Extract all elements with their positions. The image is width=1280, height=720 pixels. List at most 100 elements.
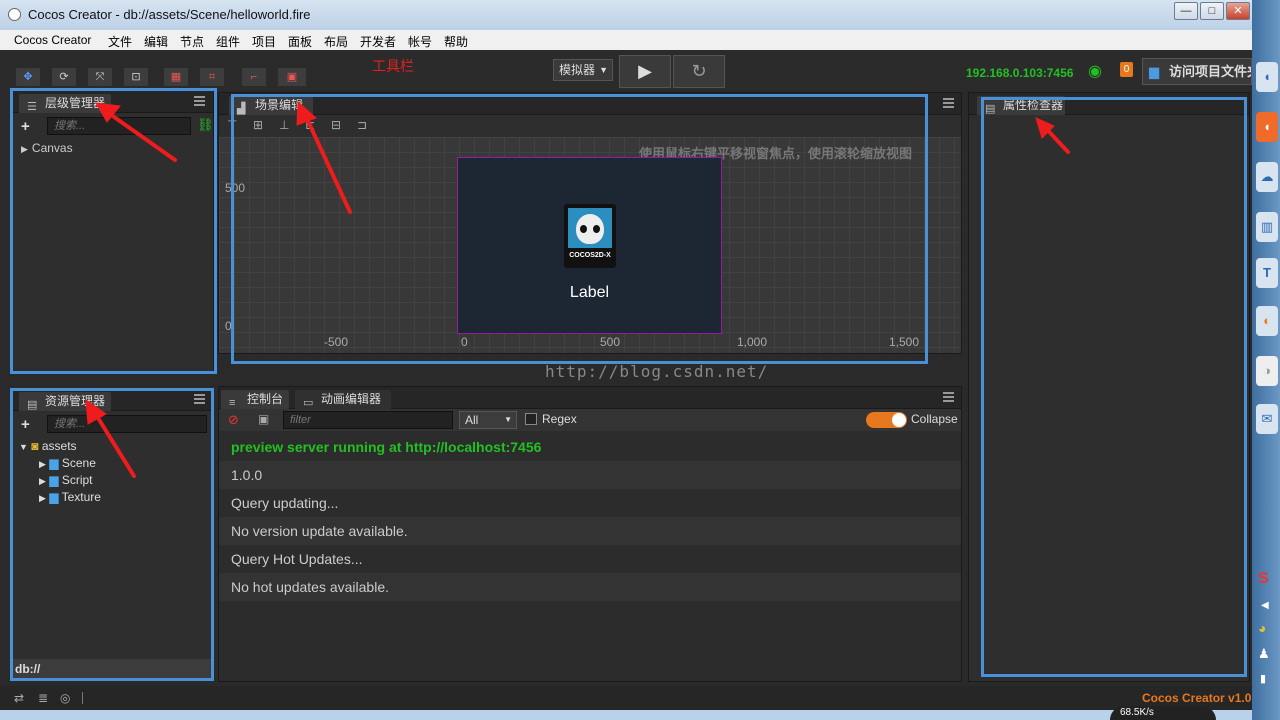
os-taskbar: ◖ ◖ ☁ ▥ T ◐ ◑ ✉ S ◀ ◕ ♟ ▮ [1252,0,1280,720]
tab-animation-editor[interactable]: ▭ 动画编辑器 [295,390,391,409]
tray-icon[interactable]: ◕ [1258,620,1266,636]
menu-help[interactable]: 帮助 [444,33,468,50]
align-left-icon[interactable]: ⊏ [305,118,315,132]
open-project-folder-button[interactable]: ▆ 访问项目文件夹 [1142,58,1252,85]
add-asset-button[interactable]: + [21,416,30,433]
tab-hierarchy[interactable]: ☰ 层级管理器 [19,94,111,113]
add-node-button[interactable]: + [21,118,30,135]
scale-tool-icon[interactable]: ⤧ [88,68,112,86]
scene-viewport[interactable]: 使用鼠标右键平移视窗焦点，使用滚轮缩放视图 500 0 -500 0 500 1… [219,137,961,353]
qq-icon[interactable]: ♟ [1258,646,1270,662]
eye-icon[interactable]: ◎ [60,691,70,705]
tree-item-scene[interactable]: ▶ ▆ Scene [39,456,96,470]
snap-icon[interactable]: ⌐ [242,68,266,86]
align-hcenter-icon[interactable]: ⊟ [331,118,341,132]
align-right-icon[interactable]: ⊐ [357,118,367,132]
database-icon[interactable]: ≣ [38,691,48,705]
menu-file[interactable]: 文件 [108,33,132,50]
pivot-mode-icon[interactable]: ▦ [164,68,188,86]
menu-layout[interactable]: 布局 [324,33,348,50]
menu-developer[interactable]: 开发者 [360,33,396,50]
menu-icon[interactable] [943,98,954,100]
taskbar-app-icon[interactable]: ◖ [1256,112,1278,142]
tray-expand-icon[interactable]: ◀ [1261,600,1269,611]
ime-icon[interactable]: S [1258,570,1269,588]
taskbar-app-icon[interactable]: T [1256,258,1278,288]
align-bottom-icon[interactable]: ⊥ [279,118,289,132]
console-title: 控制台 [247,392,284,406]
menu-bar: Cocos Creator 文件 编辑 节点 组件 项目 面板 布局 开发者 帐… [0,30,1252,50]
signal-icon[interactable]: ▮ [1260,672,1266,685]
menu-component[interactable]: 组件 [216,33,240,50]
cocos-face-icon [576,214,604,244]
open-project-label: 访问项目文件夹 [1169,64,1252,79]
taskbar-app-icon[interactable]: ▥ [1256,212,1278,242]
taskbar-app-icon[interactable]: ◑ [1256,356,1278,386]
link-icon[interactable]: ⛓ [197,117,214,133]
assets-header: ▤ 资源管理器 [11,389,213,411]
rotate-tool-icon[interactable]: ⟳ [52,68,76,86]
inspector-panel: ▤ 属性检查器 [968,92,1250,682]
collapse-toggle[interactable] [866,412,907,428]
open-log-icon[interactable]: ▣ [258,412,269,426]
menu-cocos[interactable]: Cocos Creator [14,33,91,47]
rect-tool-icon[interactable]: ⊡ [124,68,148,86]
assets-icon: ▤ [27,399,38,411]
log-line: 1.0.0 [219,461,961,489]
tab-assets[interactable]: ▤ 资源管理器 [19,392,111,411]
taskbar-app-icon[interactable]: ✉ [1256,404,1278,434]
console-filter-input[interactable]: filter [283,411,453,429]
play-button[interactable]: ▶ [619,55,671,88]
inspector-title: 属性检查器 [1003,98,1064,112]
menu-node[interactable]: 节点 [180,33,204,50]
hierarchy-search-input[interactable]: 搜索... [47,117,191,135]
tree-item-canvas[interactable]: ▶ Canvas [21,141,73,155]
menu-icon[interactable] [194,96,205,98]
scene-header: ▟ 场景编辑器 [219,93,961,131]
y-tick-label: 0 [225,319,232,333]
chevron-down-icon: ▼ [599,65,608,75]
menu-panel[interactable]: 面板 [288,33,312,50]
simulator-select[interactable]: 模拟器 ▼ [553,59,613,81]
tab-scene[interactable]: ▟ 场景编辑器 [229,96,313,131]
clear-icon[interactable]: ⊘ [228,412,239,428]
tree-item-assets[interactable]: ▼ ◙ assets [19,439,77,453]
caret-right-icon: ▶ [39,476,46,486]
menu-icon[interactable] [194,394,205,396]
notification-badge[interactable]: 0 [1120,62,1133,77]
folder-icon: ▆ [49,490,59,504]
tree-item-script[interactable]: ▶ ▆ Script [39,473,93,487]
menu-account[interactable]: 帐号 [408,33,432,50]
regex-checkbox[interactable] [525,413,537,425]
tab-inspector[interactable]: ▤ 属性检查器 [977,96,1065,115]
refresh-button[interactable]: ↻ [673,55,725,88]
canvas-node[interactable]: COCOS2D-X Label [457,157,722,334]
taskbar-app-icon[interactable]: ☁ [1256,162,1278,192]
tree-item-label: Canvas [31,141,73,155]
move-tool-icon[interactable]: ✥ [16,68,40,86]
tree-item-texture[interactable]: ▶ ▆ Texture [39,490,101,504]
gizmo-icon[interactable]: ▣ [278,68,306,86]
menu-edit[interactable]: 编辑 [144,33,168,50]
folder-icon: ▆ [49,456,59,470]
minimize-button[interactable]: — [1174,2,1198,20]
taskbar-app-icon[interactable]: ◐ [1256,306,1278,336]
status-divider [82,692,83,704]
console-panel: ≡ 控制台 ▭ 动画编辑器 ⊘ ▣ filter All ▼ Regex Col… [218,386,962,682]
close-button[interactable]: ✕ [1226,2,1250,20]
cocos-logo: COCOS2D-X [564,204,616,268]
taskbar-app-icon[interactable]: ◖ [1256,62,1278,92]
coordinate-mode-icon[interactable]: ⌗ [200,68,224,86]
app-logo-icon [8,8,21,21]
align-top-icon[interactable]: ⊤ [227,118,237,132]
log-level-select[interactable]: All ▼ [459,411,517,429]
menu-project[interactable]: 项目 [252,33,276,50]
label-node[interactable]: Label [458,284,721,302]
sync-icon[interactable]: ⇄ [14,691,24,705]
assets-path-footer: db:// [11,659,213,679]
align-vcenter-icon[interactable]: ⊞ [253,118,263,132]
menu-icon[interactable] [943,392,954,394]
assets-search-input[interactable]: 搜索... [47,415,207,433]
tab-console[interactable]: ≡ 控制台 [221,390,289,409]
maximize-button[interactable]: □ [1200,2,1224,20]
